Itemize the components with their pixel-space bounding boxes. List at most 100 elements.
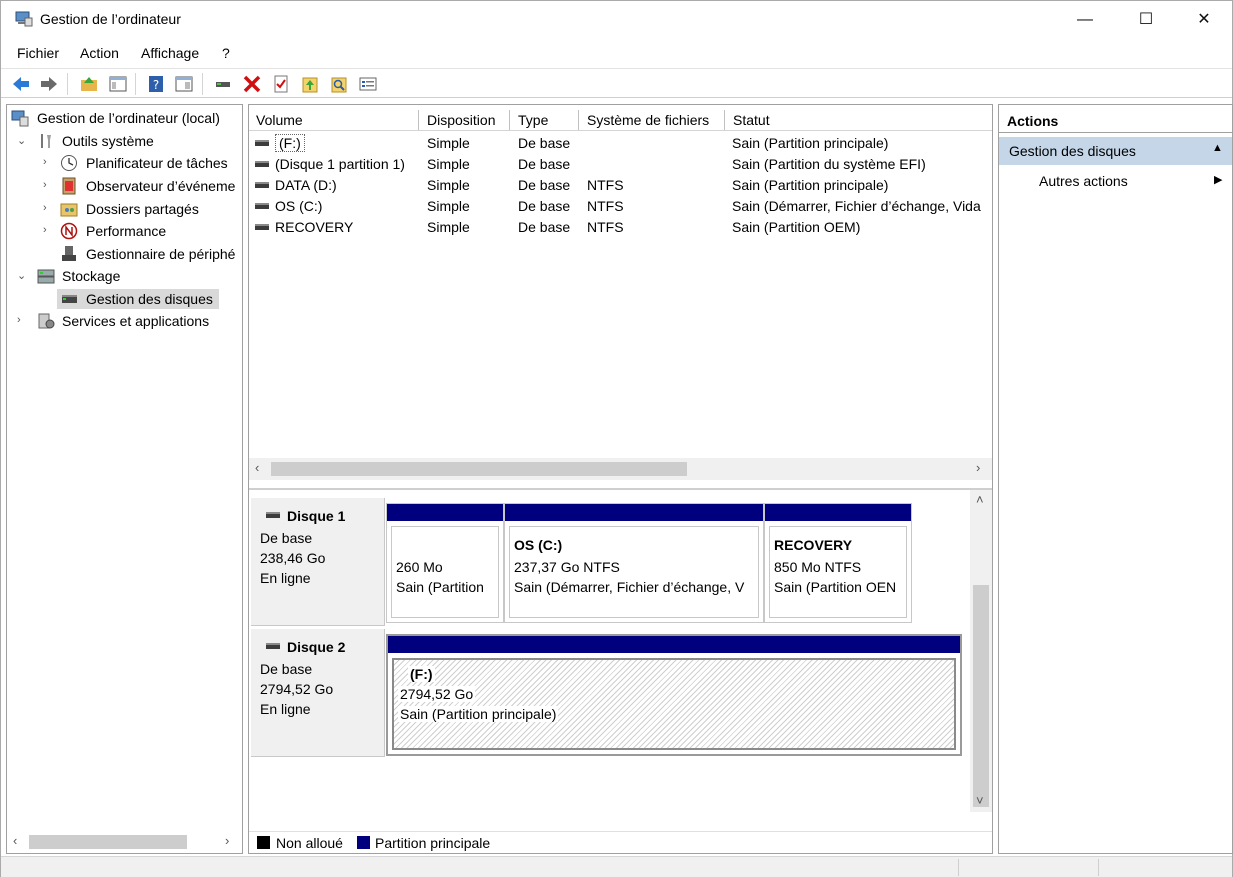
- drive-icon: [255, 182, 269, 188]
- tree-item-gestion-disques[interactable]: Gestion des disques: [57, 289, 219, 309]
- column-header-disposition[interactable]: Disposition: [420, 110, 510, 130]
- collapse-up-icon[interactable]: ▲: [1212, 142, 1223, 154]
- drive-icon: [255, 140, 269, 146]
- scroll-down-icon[interactable]: ˅: [976, 793, 984, 808]
- chevron-down-icon[interactable]: ⌄: [17, 134, 26, 147]
- tree-item-observateur[interactable]: › Observateur d’événeme: [9, 176, 242, 196]
- event-viewer-icon: [62, 177, 76, 195]
- action-autres-actions[interactable]: Autres actions ▶: [999, 169, 1232, 193]
- forward-arrow-icon[interactable]: [39, 74, 59, 94]
- column-header-statut[interactable]: Statut: [726, 110, 992, 130]
- volume-row[interactable]: (F:) Simple De base Sain (Partition prin…: [249, 133, 992, 154]
- disposition-cell: Simple: [427, 177, 470, 193]
- tree-item-root[interactable]: Gestion de l’ordinateur (local): [9, 108, 242, 128]
- menu-affichage[interactable]: Affichage: [141, 45, 199, 61]
- partition-status: Sain (Partition principale): [398, 706, 559, 722]
- tree-item-gestionnaire[interactable]: Gestionnaire de périphé: [9, 244, 242, 264]
- console-tree: Gestion de l’ordinateur (local) ⌄ Outils…: [6, 104, 243, 854]
- properties-pane-icon[interactable]: [174, 74, 194, 94]
- folder-up-icon[interactable]: [300, 74, 320, 94]
- checklist-icon[interactable]: [271, 74, 291, 94]
- computer-management-window: Gestion de l’ordinateur — ☐ ✕ Fichier Ac…: [0, 0, 1233, 877]
- scroll-left-icon[interactable]: ‹: [13, 833, 17, 848]
- volume-list-pane: Volume Disposition Type Système de fichi…: [248, 104, 993, 854]
- scroll-right-icon[interactable]: ›: [225, 833, 229, 848]
- tree-item-outils-systeme[interactable]: ⌄ Outils système: [9, 131, 242, 151]
- tree-label-outils: Outils système: [62, 133, 154, 149]
- volume-row[interactable]: RECOVERY Simple De base NTFS Sain (Parti…: [249, 217, 992, 238]
- chevron-right-icon[interactable]: ›: [43, 179, 47, 191]
- menu-fichier[interactable]: Fichier: [17, 45, 59, 61]
- title-bar: Gestion de l’ordinateur — ☐ ✕: [1, 1, 1232, 39]
- tree-item-performance[interactable]: › Performance: [9, 221, 242, 241]
- tree-item-planificateur[interactable]: › Planificateur de tâches: [9, 153, 242, 173]
- scroll-right-icon[interactable]: ›: [976, 460, 980, 475]
- chevron-down-icon[interactable]: ⌄: [17, 269, 26, 282]
- disk-icon: [266, 512, 280, 518]
- volume-row[interactable]: OS (C:) Simple De base NTFS Sain (Démarr…: [249, 196, 992, 217]
- volume-row[interactable]: (Disque 1 partition 1) Simple De base Sa…: [249, 154, 992, 175]
- filesystem-cell: NTFS: [587, 198, 624, 214]
- menu-help[interactable]: ?: [222, 45, 230, 61]
- volume-cell: DATA (D:): [275, 177, 337, 193]
- type-cell: De base: [518, 177, 571, 193]
- tree-scroll-thumb[interactable]: [29, 835, 187, 849]
- disk-graphical-view: Disque 1 De base 238,46 Go En ligne 260 …: [249, 488, 992, 834]
- partition-body: OS (C:) 237,37 Go NTFS Sain (Démarrer, F…: [509, 526, 759, 618]
- partition-recovery[interactable]: RECOVERY 850 Mo NTFS Sain (Partition OEN: [764, 503, 912, 623]
- column-header-filesystem[interactable]: Système de fichiers: [580, 110, 725, 130]
- help-icon[interactable]: ?: [146, 74, 166, 94]
- column-header-volume[interactable]: Volume: [249, 110, 419, 130]
- actions-pane: Actions Gestion des disques ▲ Autres act…: [998, 104, 1233, 854]
- disk-1-label[interactable]: Disque 1 De base 238,46 Go En ligne: [251, 498, 385, 626]
- tree-item-dossiers-partages[interactable]: › Dossiers partagés: [9, 199, 242, 219]
- column-header-type[interactable]: Type: [511, 110, 579, 130]
- show-hide-tree-icon[interactable]: [108, 74, 128, 94]
- tree-label-gestion-disques: Gestion des disques: [86, 291, 213, 307]
- disposition-cell: Simple: [427, 219, 470, 235]
- chevron-right-icon[interactable]: ›: [43, 202, 47, 214]
- menu-action[interactable]: Action: [80, 45, 119, 61]
- disk-icon: [266, 643, 280, 649]
- delete-icon[interactable]: [242, 74, 262, 94]
- tree-item-stockage[interactable]: ⌄ Stockage: [9, 266, 242, 286]
- type-cell: De base: [518, 198, 571, 214]
- status-cell: Sain (Partition principale): [732, 135, 889, 151]
- chevron-right-icon[interactable]: ›: [17, 314, 21, 326]
- close-button[interactable]: ✕: [1175, 1, 1233, 39]
- disk-state: En ligne: [260, 701, 311, 717]
- actions-section-gestion-disques[interactable]: Gestion des disques ▲: [999, 137, 1232, 165]
- drive-icon: [255, 161, 269, 167]
- partition-f[interactable]: (F:) 2794,52 Go Sain (Partition principa…: [386, 634, 962, 756]
- volume-cell: (F:): [275, 134, 305, 152]
- tree-item-services[interactable]: › Services et applications: [9, 311, 242, 331]
- disk-name: Disque 1: [287, 508, 346, 524]
- volume-list-scroll-thumb[interactable]: [271, 462, 687, 476]
- minimize-button[interactable]: —: [1056, 1, 1114, 39]
- disk-view-scroll-thumb[interactable]: [973, 585, 989, 807]
- action-label: Autres actions: [1039, 173, 1128, 189]
- back-arrow-icon[interactable]: [11, 74, 31, 94]
- partition-efi[interactable]: 260 Mo Sain (Partition: [386, 503, 504, 623]
- chevron-right-icon[interactable]: ›: [43, 156, 47, 168]
- partition-header: [388, 636, 960, 653]
- disk-2-label[interactable]: Disque 2 De base 2794,52 Go En ligne: [251, 629, 385, 757]
- connect-drive-icon[interactable]: [213, 74, 233, 94]
- clock-icon: [61, 155, 77, 171]
- list-view-icon[interactable]: [358, 74, 378, 94]
- partition-os[interactable]: OS (C:) 237,37 Go NTFS Sain (Démarrer, F…: [504, 503, 764, 623]
- volume-row[interactable]: DATA (D:) Simple De base NTFS Sain (Part…: [249, 175, 992, 196]
- scroll-left-icon[interactable]: ‹: [255, 460, 259, 475]
- tree-label-observateur: Observateur d’événeme: [86, 178, 236, 194]
- up-folder-icon[interactable]: [79, 74, 99, 94]
- tree-horizontal-scrollbar[interactable]: ‹ ›: [7, 831, 242, 853]
- scroll-up-icon[interactable]: ˄: [976, 492, 984, 507]
- search-folder-icon[interactable]: [329, 74, 349, 94]
- chevron-right-icon[interactable]: ›: [43, 224, 47, 236]
- shared-folder-icon: [60, 203, 78, 217]
- maximize-button[interactable]: ☐: [1117, 1, 1175, 39]
- disk-view-vertical-scrollbar[interactable]: ˄ ˅: [970, 490, 992, 812]
- type-cell: De base: [518, 219, 571, 235]
- volume-list-horizontal-scrollbar[interactable]: ‹ ›: [249, 458, 992, 480]
- partition-body: RECOVERY 850 Mo NTFS Sain (Partition OEN: [769, 526, 907, 618]
